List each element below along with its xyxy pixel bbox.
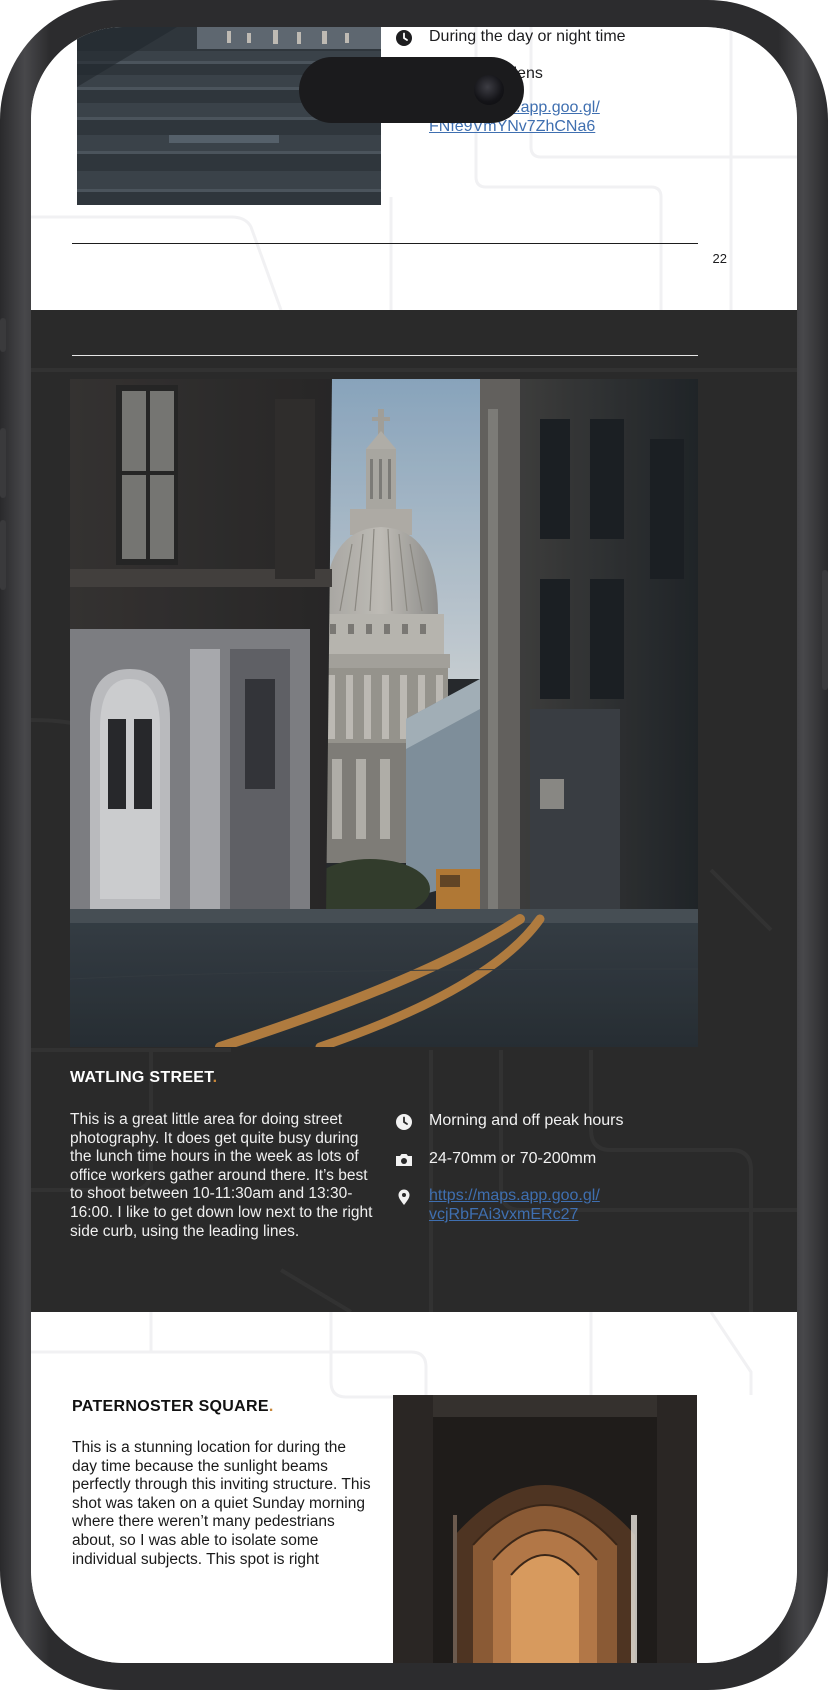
- info-row-time: Morning and off peak hours: [393, 1111, 624, 1133]
- info-lens-text: 24-70mm or 70-200mm: [429, 1150, 597, 1167]
- page-section-watling-street: WATLING STREET. This is a great little a…: [31, 310, 797, 1312]
- power-button[interactable]: [822, 570, 828, 690]
- divider-rule: [72, 243, 698, 244]
- dynamic-island: [299, 57, 524, 123]
- info-row-time: During the day or night time: [393, 27, 626, 49]
- page-section-paternoster-square: PATERNOSTER SQUARE. This is a stunning l…: [31, 1312, 797, 1663]
- volume-up-button[interactable]: [0, 428, 6, 498]
- info-row-map: https://maps.app.goo.gl/ vcjRbFAi3vxmERc…: [393, 1186, 600, 1224]
- maps-link-line2[interactable]: vcjRbFAi3vxmERc27: [429, 1206, 578, 1223]
- volume-down-button[interactable]: [0, 520, 6, 590]
- clock-icon: [396, 30, 412, 46]
- action-button[interactable]: [0, 318, 6, 352]
- section-title-text: WATLING STREET: [70, 1069, 213, 1086]
- section-title: WATLING STREET.: [70, 1069, 217, 1087]
- section-title-text: PATERNOSTER SQUARE: [72, 1398, 269, 1415]
- section-title-dot: .: [268, 1398, 274, 1415]
- page-number: 22: [712, 251, 727, 266]
- info-time-text: Morning and off peak hours: [429, 1112, 624, 1129]
- divider-rule: [72, 355, 698, 356]
- screen: During the day or night time Wide angle …: [31, 27, 797, 1663]
- info-row-lens: 24-70mm or 70-200mm: [393, 1149, 596, 1171]
- paternoster-square-photo-art: [393, 1395, 697, 1663]
- watling-street-photo: [70, 379, 698, 1047]
- info-time-text: During the day or night time: [429, 28, 626, 45]
- camera-icon: [396, 1154, 412, 1166]
- section-title: PATERNOSTER SQUARE.: [72, 1398, 274, 1416]
- section-body: This is a stunning location for during t…: [72, 1439, 371, 1568]
- paternoster-square-photo: [393, 1395, 697, 1663]
- clock-icon: [396, 1114, 412, 1130]
- location-pin-icon: [398, 1189, 410, 1205]
- maps-link-line1[interactable]: https://maps.app.goo.gl/: [429, 1187, 600, 1204]
- phone-frame: During the day or night time Wide angle …: [0, 0, 828, 1690]
- maps-link[interactable]: https://maps.app.goo.gl/ vcjRbFAi3vxmERc…: [429, 1186, 600, 1224]
- watling-street-photo-art: [70, 379, 698, 1047]
- section-body: This is a great little area for doing st…: [70, 1111, 373, 1240]
- section-title-dot: .: [212, 1069, 218, 1086]
- camera-lens: [474, 75, 504, 105]
